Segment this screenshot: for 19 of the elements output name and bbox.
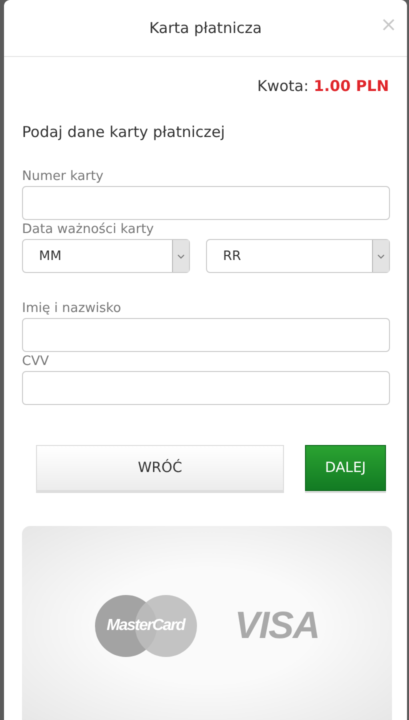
amount-value: 1.00 PLN [314,77,389,95]
select-dropdown[interactable]: MM [22,239,190,273]
card-logo: MasterCard [94,595,197,657]
next-button[interactable]: DALEJ [305,445,386,491]
card-logo: VISA [234,604,320,648]
back-button[interactable]: WRÓĆ [36,445,284,491]
form-heading: Podaj dane karty płatniczej [22,123,226,141]
input-field[interactable] [22,318,390,352]
chevron-icon [377,254,385,258]
field-label: CVV [22,354,50,369]
input-field[interactable] [22,186,390,220]
dialog-title: Karta płatnicza [149,19,262,37]
select-dropdown[interactable]: RR [206,239,390,273]
field-label: Imię i nazwisko [22,301,122,316]
chevron-icon [177,254,185,258]
amount-label: Kwota: [257,77,309,95]
input-field[interactable] [22,371,390,405]
field-label: Numer karty [22,169,105,184]
field-label: Data ważności karty [22,222,155,237]
